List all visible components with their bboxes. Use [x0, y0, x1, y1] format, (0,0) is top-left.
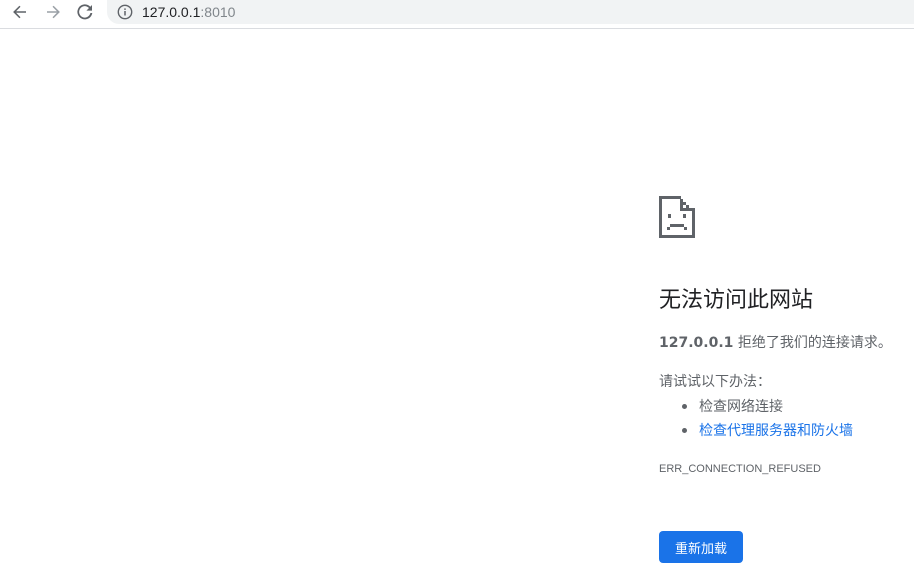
- error-host: 127.0.0.1: [659, 335, 734, 351]
- suggestion-check-network: 检查网络连接: [659, 395, 853, 419]
- reload-page-button[interactable]: [71, 0, 99, 24]
- bullet-icon: [682, 404, 687, 409]
- error-headline: 无法访问此网站: [659, 288, 814, 313]
- error-content: 无法访问此网站 127.0.0.1 拒绝了我们的连接请求。 请试试以下办法： 检…: [659, 0, 914, 581]
- suggestion-check-proxy-link[interactable]: 检查代理服务器和防火墙: [659, 419, 853, 443]
- suggestions-list: 检查网络连接 检查代理服务器和防火墙: [659, 395, 853, 443]
- url-port: :8010: [200, 4, 236, 20]
- sad-page-icon: [659, 196, 695, 238]
- reload-icon: [77, 4, 93, 20]
- suggestion-label: 检查网络连接: [699, 399, 783, 415]
- error-message-text: 拒绝了我们的连接请求。: [733, 335, 892, 351]
- arrow-left-icon: [13, 5, 26, 19]
- error-code: ERR_CONNECTION_REFUSED: [659, 463, 821, 475]
- url-text[interactable]: 127.0.0.1:8010: [142, 0, 235, 24]
- error-message: 127.0.0.1 拒绝了我们的连接请求。: [659, 333, 892, 353]
- arrow-right-icon: [47, 5, 60, 19]
- suggestion-label[interactable]: 检查代理服务器和防火墙: [699, 423, 853, 439]
- info-icon[interactable]: [117, 4, 133, 20]
- reload-button[interactable]: 重新加载: [659, 531, 743, 563]
- suggestions-heading: 请试试以下办法：: [659, 374, 771, 390]
- bullet-icon: [682, 428, 687, 433]
- forward-button[interactable]: [39, 0, 67, 24]
- url-host: 127.0.0.1: [142, 4, 201, 20]
- back-button[interactable]: [6, 0, 34, 24]
